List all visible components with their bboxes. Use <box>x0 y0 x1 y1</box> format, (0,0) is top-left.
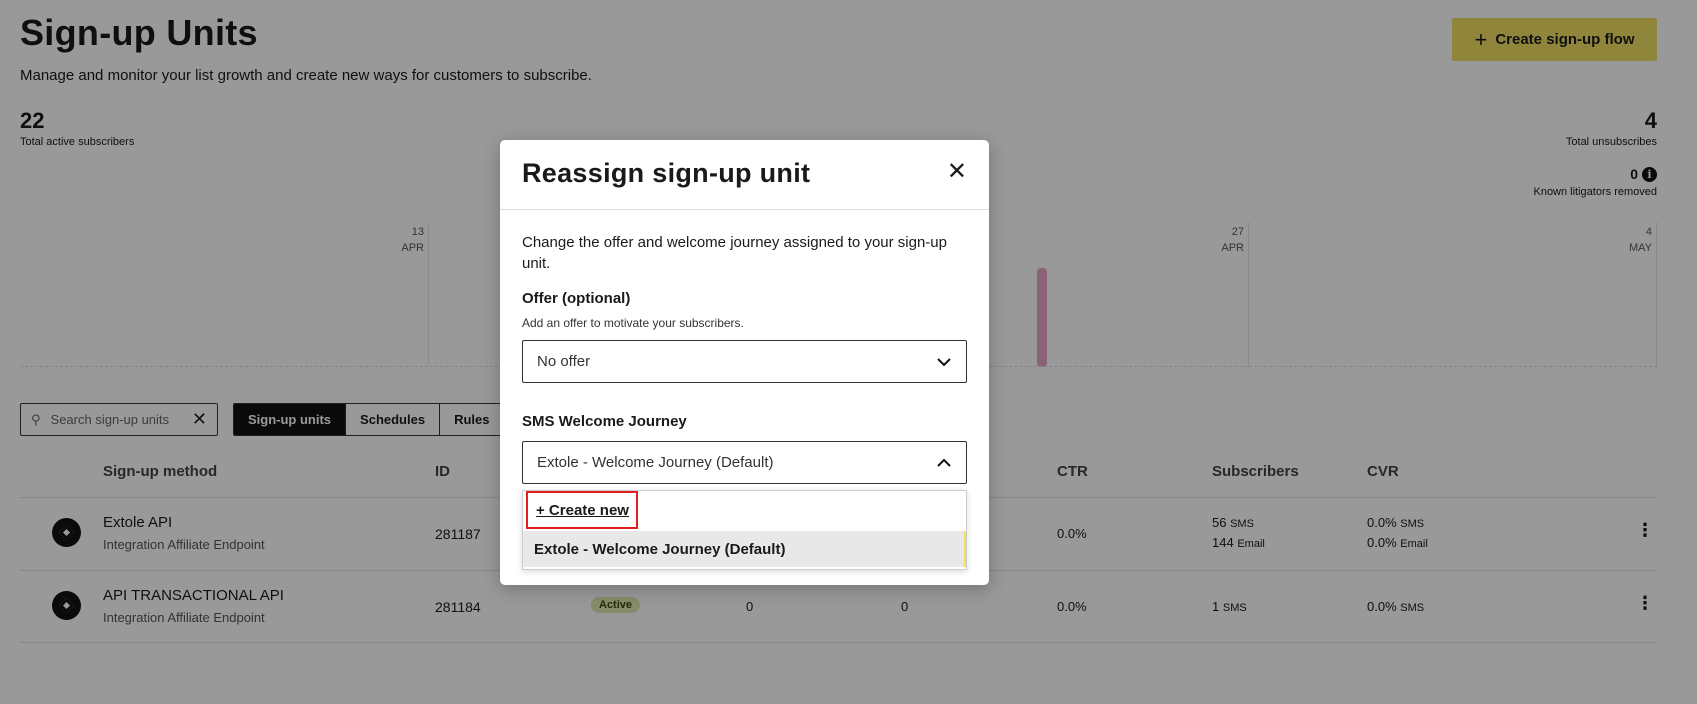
offer-select[interactable]: No offer <box>522 340 967 383</box>
close-icon[interactable]: ✕ <box>947 160 967 184</box>
chevron-up-icon <box>937 458 951 467</box>
journey-option[interactable]: Extole - Welcome Journey (Default) <box>523 531 966 567</box>
journey-label: SMS Welcome Journey <box>522 413 687 430</box>
create-new-journey-link[interactable]: + Create new <box>526 491 638 529</box>
modal-description: Change the offer and welcome journey ass… <box>522 234 947 272</box>
journey-dropdown-menu: + Create new Extole - Welcome Journey (D… <box>522 490 967 570</box>
offer-help-text: Add an offer to motivate your subscriber… <box>522 316 744 330</box>
offer-label: Offer (optional) <box>522 290 631 307</box>
reassign-modal: Reassign sign-up unit ✕ Change the offer… <box>500 140 989 585</box>
chevron-down-icon <box>937 357 951 366</box>
modal-title: Reassign sign-up unit <box>522 158 811 188</box>
offer-select-value: No offer <box>537 353 591 370</box>
journey-select[interactable]: Extole - Welcome Journey (Default) <box>522 441 967 484</box>
modal-header: Reassign sign-up unit ✕ <box>500 140 989 210</box>
journey-select-value: Extole - Welcome Journey (Default) <box>537 454 774 471</box>
